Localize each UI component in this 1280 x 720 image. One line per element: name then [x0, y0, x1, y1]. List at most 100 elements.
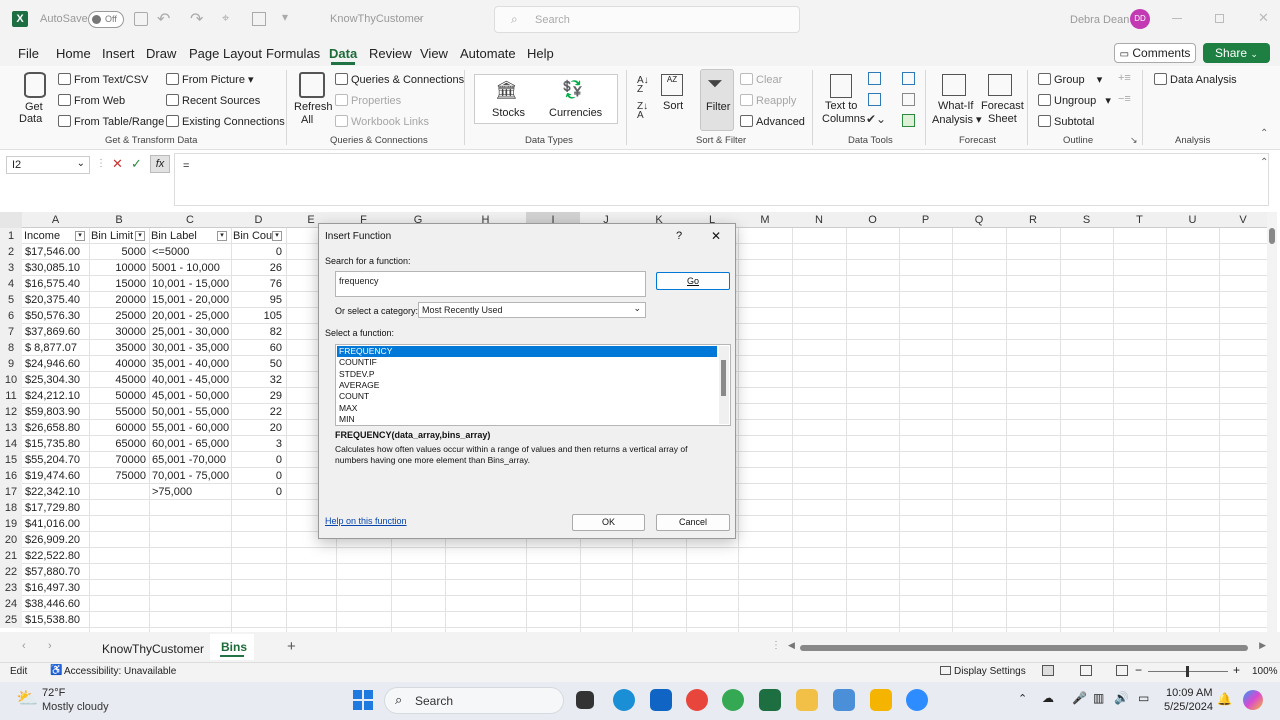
filter-dropdown-icon[interactable]: ▾ [75, 231, 85, 241]
income-cell[interactable]: $22,522.80 [25, 548, 87, 564]
get-data-button[interactable]: Get [25, 101, 43, 113]
collapse-ribbon-icon[interactable]: ⌃ [1260, 128, 1268, 139]
column-header-v[interactable]: V [1219, 212, 1267, 228]
income-cell[interactable]: $16,497.30 [25, 580, 87, 596]
weather-condition[interactable]: Mostly cloudy [42, 701, 109, 713]
relationships-icon[interactable] [902, 93, 915, 106]
bin-limit-cell[interactable]: 55000 [90, 404, 146, 420]
row-header[interactable]: 12 [0, 404, 22, 420]
flash-fill-icon[interactable] [868, 72, 881, 85]
bin-label-cell[interactable]: 40,001 - 45,000 [152, 372, 230, 388]
help-link[interactable]: Help on this function [325, 516, 407, 526]
bin-count-cell[interactable]: 60 [232, 340, 282, 356]
bin-count-cell[interactable]: 0 [232, 484, 282, 500]
sheet-tab-knowthycustomer[interactable]: KnowThyCustomer [102, 642, 204, 656]
income-cell[interactable]: $38,446.60 [25, 596, 87, 612]
income-cell[interactable]: $16,575.40 [25, 276, 87, 292]
income-cell[interactable]: $20,375.40 [25, 292, 87, 308]
sheet-tab-bins[interactable]: Bins [210, 634, 254, 660]
bin-limit-cell[interactable]: 35000 [90, 340, 146, 356]
tab-review[interactable]: Review [369, 46, 412, 61]
bin-count-cell[interactable]: 20 [232, 420, 282, 436]
zoom-in-icon[interactable]: + [1233, 663, 1240, 677]
bin-count-cell[interactable]: 22 [232, 404, 282, 420]
help-button[interactable]: ? [676, 230, 682, 242]
bin-label-cell[interactable]: >75,000 [152, 484, 230, 500]
column-header-m[interactable]: M [738, 212, 792, 228]
list-scrollbar[interactable] [719, 346, 729, 424]
column-header-t[interactable]: T [1113, 212, 1166, 228]
function-list-item[interactable]: COUNTIF [337, 357, 717, 368]
sort-za-icon[interactable]: Z↓ A [637, 102, 648, 121]
row-header[interactable]: 17 [0, 484, 22, 500]
bin-limit-cell[interactable]: 40000 [90, 356, 146, 372]
income-cell[interactable]: $ 8,877.07 [25, 340, 87, 356]
bin-label-cell[interactable]: 65,001 -70,000 [152, 452, 230, 468]
function-list[interactable]: FREQUENCY COUNTIF STDEV.P AVERAGE COUNT MAX MI… [335, 344, 731, 426]
bin-limit-cell[interactable]: 15000 [90, 276, 146, 292]
notification-icon[interactable]: 🔔 [1217, 692, 1232, 706]
consolidate-icon[interactable] [902, 72, 915, 85]
zoom-icon[interactable] [906, 689, 928, 711]
from-table-range-button[interactable]: From Table/Range [58, 115, 164, 128]
chrome-icon[interactable] [686, 689, 708, 711]
filter-dropdown-icon[interactable]: ▾ [217, 231, 227, 241]
existing-connections-button[interactable]: Existing Connections [166, 115, 285, 128]
column-header-b[interactable]: B [89, 212, 149, 228]
save-icon[interactable] [134, 12, 148, 26]
normal-view-icon[interactable] [1042, 665, 1054, 676]
zoom-slider[interactable] [1148, 666, 1228, 677]
text-to-columns-label[interactable]: Columns [822, 113, 865, 125]
bin-limit-cell[interactable]: 45000 [90, 372, 146, 388]
copilot-icon[interactable] [1243, 690, 1263, 710]
tab-insert[interactable]: Insert [102, 46, 135, 61]
row-header[interactable]: 25 [0, 612, 22, 628]
function-list-item[interactable]: FREQUENCY [337, 346, 717, 357]
user-name[interactable]: Debra Dean [1070, 14, 1129, 26]
row-header[interactable]: 11 [0, 388, 22, 404]
file-name[interactable]: KnowThyCustomer [330, 13, 424, 25]
forecast-sheet-button[interactable]: Forecast [981, 100, 1024, 112]
edge-icon[interactable] [613, 689, 635, 711]
bin-label-cell[interactable]: 5001 - 10,000 [152, 260, 230, 276]
horizontal-scrollbar[interactable]: ◀ ▶ [788, 640, 1266, 653]
sort-az-icon[interactable]: A↓ Z [637, 76, 649, 95]
cancel-entry-icon[interactable]: ✕ [112, 156, 123, 172]
row-header[interactable]: 6 [0, 308, 22, 324]
expand-formula-icon[interactable]: ⌃ [1260, 157, 1268, 168]
income-cell[interactable]: $26,658.80 [25, 420, 87, 436]
add-sheet-icon[interactable]: + [287, 638, 296, 655]
zoom-slider-thumb[interactable] [1186, 666, 1189, 677]
what-if-analysis-label[interactable]: Analysis ▾ [932, 113, 982, 126]
tab-page-layout[interactable]: Page Layout [189, 46, 262, 61]
tab-file[interactable]: File [18, 46, 39, 61]
bin-label-cell[interactable]: 10,001 - 15,000 [152, 276, 230, 292]
row-header[interactable]: 9 [0, 356, 22, 372]
queries-connections-button[interactable]: Queries & Connections [335, 73, 464, 86]
chrome-profile-icon[interactable] [722, 689, 744, 711]
bin-label-cell[interactable]: 50,001 - 55,000 [152, 404, 230, 420]
excel-logo-icon[interactable]: X [12, 11, 28, 27]
bin-label-cell[interactable]: 70,001 - 75,000 [152, 468, 230, 484]
bin-label-cell[interactable]: 15,001 - 20,000 [152, 292, 230, 308]
bin-count-cell[interactable]: 95 [232, 292, 282, 308]
table-icon[interactable] [252, 12, 266, 26]
column-header-n[interactable]: N [792, 212, 846, 228]
column-header-q[interactable]: Q [952, 212, 1006, 228]
close-icon[interactable]: ✕ [711, 229, 721, 243]
cloud-icon[interactable]: ☁ [1042, 691, 1054, 705]
row-header[interactable]: 2 [0, 244, 22, 260]
sort-button[interactable]: Sort [663, 100, 683, 112]
currencies-button[interactable]: Currencies [549, 107, 602, 119]
filter-button[interactable]: ⏷ Filter [700, 69, 734, 131]
scrollbar-thumb[interactable] [1269, 228, 1275, 244]
workbook-links-button[interactable]: Workbook Links [335, 115, 429, 128]
scroll-left-icon[interactable]: ‹ [22, 640, 26, 652]
redo-icon[interactable]: ↷ [190, 9, 203, 29]
bin-label-cell[interactable]: 25,001 - 30,000 [152, 324, 230, 340]
vertical-scrollbar[interactable] [1267, 212, 1277, 632]
row-header[interactable]: 20 [0, 532, 22, 548]
bin-limit-cell[interactable]: 65000 [90, 436, 146, 452]
autosave-toggle[interactable]: Off [88, 11, 124, 28]
column-header-d[interactable]: D [231, 212, 286, 228]
